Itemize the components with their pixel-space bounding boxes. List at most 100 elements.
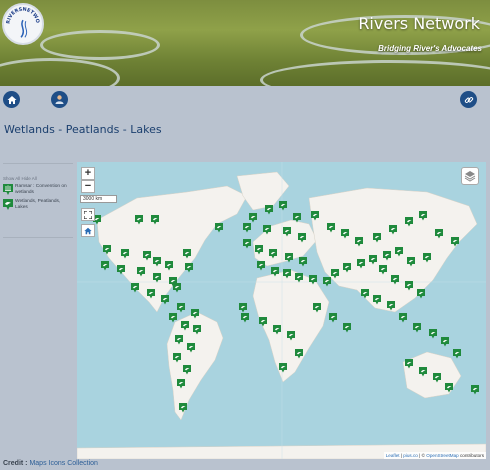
osm-link[interactable]: OpenStreetMap [426, 453, 458, 458]
wetland-marker[interactable] [383, 251, 391, 261]
pius-link[interactable]: pius.co [403, 453, 418, 458]
wetland-marker[interactable] [265, 205, 273, 215]
wetland-marker[interactable] [343, 323, 351, 333]
wetland-marker[interactable] [419, 367, 427, 377]
wetland-marker[interactable] [103, 245, 111, 255]
wetland-marker[interactable] [161, 295, 169, 305]
wetland-marker[interactable] [435, 229, 443, 239]
wetland-marker[interactable] [243, 223, 251, 233]
wetland-marker[interactable] [179, 403, 187, 413]
wetland-marker[interactable] [313, 303, 321, 313]
wetland-marker[interactable] [191, 309, 199, 319]
wetland-marker[interactable] [369, 255, 377, 265]
wetland-marker[interactable] [407, 257, 415, 267]
wetland-marker[interactable] [405, 359, 413, 369]
map-home-button[interactable] [81, 224, 95, 237]
wetland-marker[interactable] [355, 237, 363, 247]
wetland-marker[interactable] [271, 267, 279, 277]
wetland-marker[interactable] [257, 261, 265, 271]
wetland-marker[interactable] [323, 277, 331, 287]
wetland-marker[interactable] [283, 269, 291, 279]
wetland-marker[interactable] [173, 353, 181, 363]
wetland-marker[interactable] [453, 349, 461, 359]
fullscreen-button[interactable] [81, 208, 95, 221]
wetland-marker[interactable] [101, 261, 109, 271]
wetland-marker[interactable] [165, 261, 173, 271]
wetland-marker[interactable] [423, 253, 431, 263]
wetland-marker[interactable] [445, 383, 453, 393]
wetland-marker[interactable] [405, 281, 413, 291]
wetland-marker[interactable] [419, 211, 427, 221]
wetland-marker[interactable] [175, 335, 183, 345]
wetland-marker[interactable] [243, 239, 251, 249]
wetland-marker[interactable] [379, 265, 387, 275]
wetland-marker[interactable] [181, 321, 189, 331]
wetland-marker[interactable] [329, 313, 337, 323]
wetland-marker[interactable] [183, 365, 191, 375]
wetland-marker[interactable] [135, 215, 143, 225]
wetland-marker[interactable] [287, 331, 295, 341]
legend-item-ramsar[interactable]: Ramsar : Convention on wetlands [3, 184, 73, 196]
wetland-marker[interactable] [279, 363, 287, 373]
wetland-marker[interactable] [295, 273, 303, 283]
wetland-marker[interactable] [177, 303, 185, 313]
wetland-marker[interactable] [331, 269, 339, 279]
wetland-marker[interactable] [389, 225, 397, 235]
wetland-marker[interactable] [143, 251, 151, 261]
wetland-marker[interactable] [327, 223, 335, 233]
wetland-marker[interactable] [215, 223, 223, 233]
zoom-in-button[interactable]: + [81, 167, 95, 180]
wetland-marker[interactable] [121, 249, 129, 259]
wetland-marker[interactable] [429, 329, 437, 339]
legend-item-wetlands[interactable]: Wetlands, Peatlands, Lakes [3, 199, 73, 211]
user-button[interactable] [51, 91, 68, 108]
leaflet-link[interactable]: Leaflet [386, 453, 400, 458]
wetland-marker[interactable] [269, 249, 277, 259]
wetland-marker[interactable] [298, 233, 306, 243]
wetland-marker[interactable] [279, 201, 287, 211]
wetland-marker[interactable] [177, 379, 185, 389]
wetland-marker[interactable] [169, 313, 177, 323]
wetland-marker[interactable] [395, 247, 403, 257]
wetland-marker[interactable] [283, 227, 291, 237]
wetland-marker[interactable] [117, 265, 125, 275]
wetland-marker[interactable] [239, 303, 247, 313]
wetland-marker[interactable] [341, 229, 349, 239]
site-logo[interactable]: RIVERSNETWORK.ORG [2, 3, 44, 45]
wetland-marker[interactable] [273, 325, 281, 335]
wetland-marker[interactable] [399, 313, 407, 323]
wetland-marker[interactable] [357, 259, 365, 269]
wetland-marker[interactable] [131, 283, 139, 293]
world-map[interactable]: + − 3000 km Leaflet | pius.co | © OpenSt… [77, 162, 486, 459]
wetland-marker[interactable] [173, 283, 181, 293]
wetland-marker[interactable] [153, 273, 161, 283]
wetland-marker[interactable] [285, 253, 293, 263]
wetland-marker[interactable] [299, 257, 307, 267]
wetland-marker[interactable] [187, 343, 195, 353]
wetland-marker[interactable] [137, 267, 145, 277]
home-button[interactable] [3, 91, 20, 108]
wetland-marker[interactable] [471, 385, 479, 395]
wetland-marker[interactable] [343, 263, 351, 273]
wetland-marker[interactable] [311, 211, 319, 221]
zoom-out-button[interactable]: − [81, 180, 95, 193]
credit-source-link[interactable]: Maps Icons Collection [29, 460, 97, 467]
wetland-marker[interactable] [183, 249, 191, 259]
wetland-marker[interactable] [441, 337, 449, 347]
wetland-marker[interactable] [153, 257, 161, 267]
wetland-marker[interactable] [259, 317, 267, 327]
wetland-marker[interactable] [151, 215, 159, 225]
wetland-marker[interactable] [147, 289, 155, 299]
wetland-marker[interactable] [391, 275, 399, 285]
wetland-marker[interactable] [413, 323, 421, 333]
wetland-marker[interactable] [433, 373, 441, 383]
wetland-marker[interactable] [255, 245, 263, 255]
wetland-marker[interactable] [373, 295, 381, 305]
wetland-marker[interactable] [263, 225, 271, 235]
wetland-marker[interactable] [249, 213, 257, 223]
layers-button[interactable] [461, 167, 479, 185]
wetland-marker[interactable] [451, 237, 459, 247]
wetland-marker[interactable] [361, 289, 369, 299]
wetland-marker[interactable] [293, 213, 301, 223]
wetland-marker[interactable] [417, 289, 425, 299]
